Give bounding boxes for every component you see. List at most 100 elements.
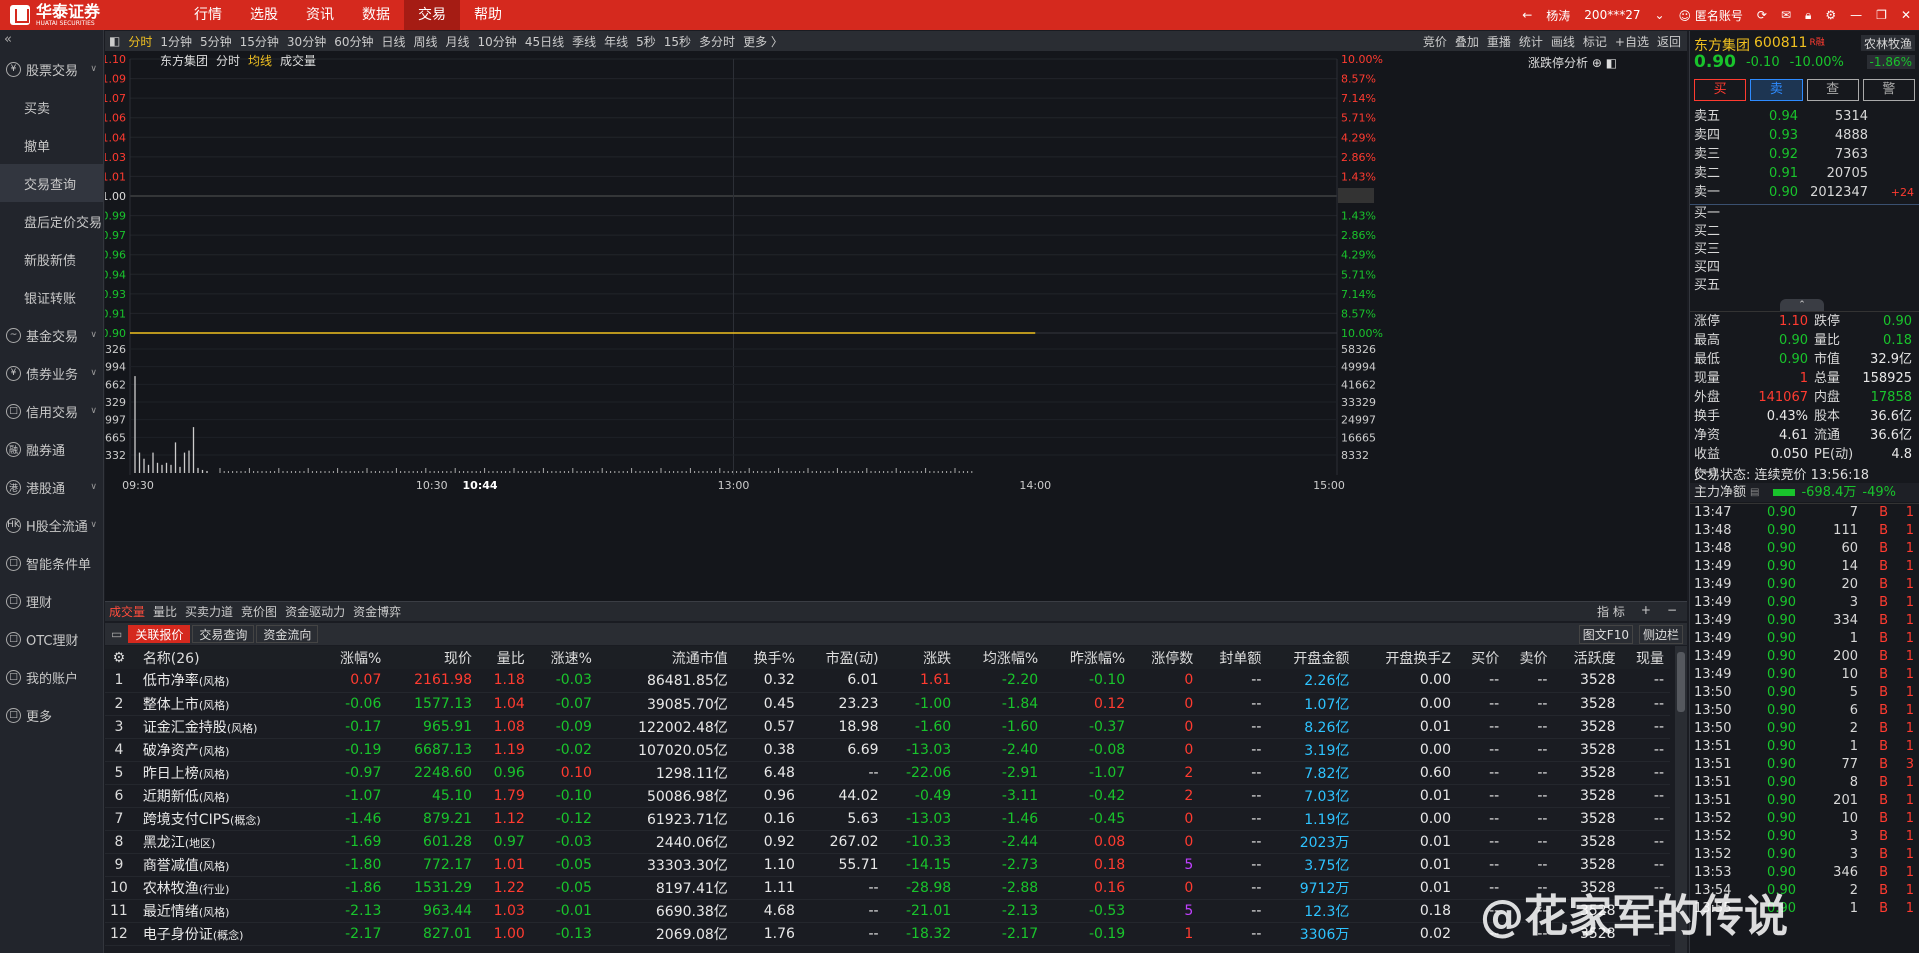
period-tab-11[interactable]: 季线 xyxy=(568,33,600,50)
table-tab-1[interactable]: 交易查询 xyxy=(192,625,255,643)
gear-icon[interactable]: ⚙ xyxy=(1825,8,1836,22)
indicator-tab-0[interactable]: 成交量 xyxy=(105,603,149,620)
bid-level[interactable]: 买一 xyxy=(1690,205,1919,223)
sidebar-item-13[interactable]: □ 智能条件单 xyxy=(0,544,103,582)
period-tab-3[interactable]: 15分钟 xyxy=(236,33,283,50)
sidebar-item-4[interactable]: 盘后定价交易 xyxy=(0,202,103,240)
alert-button[interactable]: 警 xyxy=(1862,79,1915,101)
sidebar-item-12[interactable]: HK H股全流通 ∨ xyxy=(0,506,103,544)
info-icon[interactable]: ▤ xyxy=(1750,483,1759,502)
col-header-19[interactable]: 现量 xyxy=(1621,646,1670,669)
indicator-control-2[interactable]: − xyxy=(1663,603,1681,620)
sidebar-item-1[interactable]: 买卖 xyxy=(0,88,103,126)
chevron-down-icon[interactable]: ⌄ xyxy=(1654,8,1664,22)
col-header-4[interactable]: 量比 xyxy=(478,646,531,669)
indicator-tab-3[interactable]: 竞价图 xyxy=(237,603,281,620)
col-header-9[interactable]: 涨跌 xyxy=(884,646,958,669)
table-row[interactable]: 12 电子身份证(概念) -2.17 827.01 1.00 -0.13 2069.08亿 1… xyxy=(105,922,1670,946)
indicator-tab-4[interactable]: 资金驱动力 xyxy=(281,603,349,620)
col-header-14[interactable]: 开盘金额 xyxy=(1267,646,1356,669)
ask-level[interactable]: 卖一 0.90 2012347 +24 xyxy=(1690,183,1919,202)
sector-name[interactable]: 跨境支付CIPS(概念) xyxy=(138,807,321,831)
back-arrow-icon[interactable]: ← xyxy=(1522,8,1532,22)
restore-icon[interactable]: ❐ xyxy=(1876,8,1887,22)
sector-name[interactable]: 近期新低(风格) xyxy=(138,784,321,808)
indicator-control-1[interactable]: + xyxy=(1637,603,1655,620)
chart-tool-7[interactable]: 返回 xyxy=(1653,33,1685,50)
col-header-1[interactable]: 名称(26) xyxy=(138,646,321,669)
table-row[interactable]: 1 低市净率(风格) 0.07 2161.98 1.18 -0.03 86481.85亿 0.… xyxy=(105,669,1670,693)
panel-toggle-icon[interactable]: ◧ xyxy=(105,34,124,48)
table-tool-0[interactable]: 图文F10 xyxy=(1578,624,1633,644)
table-row[interactable]: 10 农林牧渔(行业) -1.86 1531.29 1.22 -0.05 8197.41亿 1… xyxy=(105,876,1670,900)
period-tab-8[interactable]: 月线 xyxy=(442,33,474,50)
sidebar-item-3[interactable]: 交易查询 xyxy=(0,164,103,202)
indicator-control-0[interactable]: 指 标 xyxy=(1593,603,1629,620)
chart-tool-3[interactable]: 统计 xyxy=(1515,33,1547,50)
period-tab-2[interactable]: 5分钟 xyxy=(196,33,236,50)
indicator-tab-2[interactable]: 买卖力道 xyxy=(181,603,237,620)
bid-level[interactable]: 买三 xyxy=(1690,241,1919,259)
sector-name[interactable]: 证金汇金持股(风格) xyxy=(138,715,321,739)
sector-name[interactable]: 农林牧渔(行业) xyxy=(138,876,321,900)
sidebar-item-14[interactable]: □ 理财 xyxy=(0,582,103,620)
col-header-2[interactable]: 涨幅% xyxy=(320,646,388,669)
period-tab-10[interactable]: 45日线 xyxy=(521,33,568,50)
col-header-13[interactable]: 封单额 xyxy=(1199,646,1268,669)
query-button[interactable]: 查 xyxy=(1806,79,1859,101)
period-tab-7[interactable]: 周线 xyxy=(410,33,442,50)
sector-name[interactable]: 昨日上榜(风格) xyxy=(138,761,321,785)
table-row[interactable]: 3 证金汇金持股(风格) -0.17 965.91 1.08 -0.09 122002.48… xyxy=(105,715,1670,739)
bid-level[interactable]: 买四 xyxy=(1690,259,1919,277)
sidebar-item-2[interactable]: 撤单 xyxy=(0,126,103,164)
sell-button[interactable]: 卖 xyxy=(1750,79,1803,101)
ask-level[interactable]: 卖四 0.93 4888 xyxy=(1690,126,1919,145)
scrollbar-thumb[interactable] xyxy=(1677,652,1685,712)
indicator-tab-1[interactable]: 量比 xyxy=(149,603,181,620)
limit-analysis-button[interactable]: 涨跌停分析 ⊕ ◧ xyxy=(1528,54,1617,71)
col-header-6[interactable]: 流通市值 xyxy=(597,646,734,669)
col-header-12[interactable]: 涨停数 xyxy=(1131,646,1200,669)
sector-name[interactable]: 最近情绪(风格) xyxy=(138,899,321,923)
col-header-8[interactable]: 市盈(动) xyxy=(800,646,885,669)
col-header-15[interactable]: 开盘换手Z xyxy=(1355,646,1457,669)
menu-item-5[interactable]: 帮助 xyxy=(460,0,516,30)
col-header-5[interactable]: 涨速% xyxy=(530,646,598,669)
menu-item-4[interactable]: 交易 xyxy=(404,0,460,30)
table-row[interactable]: 4 破净资产(风格) -0.19 6687.13 1.19 -0.02 107020.05亿… xyxy=(105,738,1670,762)
col-header-18[interactable]: 活跃度 xyxy=(1553,646,1622,669)
ask-level[interactable]: 卖三 0.92 7363 xyxy=(1690,145,1919,164)
sector-name[interactable]: 破净资产(风格) xyxy=(138,738,321,762)
sidebar-item-5[interactable]: 新股新债 xyxy=(0,240,103,278)
user-name[interactable]: 杨涛 xyxy=(1546,7,1570,24)
period-tab-4[interactable]: 30分钟 xyxy=(283,33,330,50)
sidebar-item-8[interactable]: ¥ 债券业务 ∨ xyxy=(0,354,103,392)
table-row[interactable]: 7 跨境支付CIPS(概念) -1.46 879.21 1.12 -0.12 61923.7… xyxy=(105,807,1670,831)
table-row[interactable]: 8 黑龙江(地区) -1.69 601.28 0.97 -0.03 2440.06亿 0.92… xyxy=(105,830,1670,854)
col-header-7[interactable]: 换手% xyxy=(733,646,801,669)
sidebar-item-16[interactable]: □ 我的账户 xyxy=(0,658,103,696)
mail-icon[interactable]: ✉ xyxy=(1781,8,1791,22)
collapse-book-icon[interactable]: ⌃ xyxy=(1780,299,1824,311)
collapse-sidebar-icon[interactable]: « xyxy=(0,30,103,50)
sidebar-item-15[interactable]: □ OTC理财 xyxy=(0,620,103,658)
sidebar-item-6[interactable]: 银证转账 xyxy=(0,278,103,316)
sidebar-item-11[interactable]: 港港股通 ∨ xyxy=(0,468,103,506)
table-row[interactable]: 11 最近情绪(风格) -2.13 963.44 1.03 -0.01 6690.38亿 4.… xyxy=(105,899,1670,923)
col-header-3[interactable]: 现价 xyxy=(387,646,479,669)
buy-button[interactable]: 买 xyxy=(1694,79,1747,101)
chart-tool-4[interactable]: 画线 xyxy=(1547,33,1579,50)
sector-name[interactable]: 黑龙江(地区) xyxy=(138,830,321,854)
sector-name[interactable]: 整体上市(风格) xyxy=(138,692,321,716)
period-tab-16[interactable]: 更多 〉 xyxy=(739,33,787,50)
chart-tool-0[interactable]: 竞价 xyxy=(1419,33,1451,50)
menu-item-1[interactable]: 选股 xyxy=(236,0,292,30)
chart-tool-1[interactable]: 叠加 xyxy=(1451,33,1483,50)
menu-item-3[interactable]: 数据 xyxy=(348,0,404,30)
period-tab-1[interactable]: 1分钟 xyxy=(156,33,196,50)
anon-account-button[interactable]: ☺ 匿名账号 xyxy=(1679,7,1743,24)
chart-tool-6[interactable]: +自选 xyxy=(1611,33,1653,50)
ask-level[interactable]: 卖二 0.91 20705 xyxy=(1690,164,1919,183)
period-tab-15[interactable]: 多分时 xyxy=(695,33,739,50)
period-tab-9[interactable]: 10分钟 xyxy=(474,33,521,50)
